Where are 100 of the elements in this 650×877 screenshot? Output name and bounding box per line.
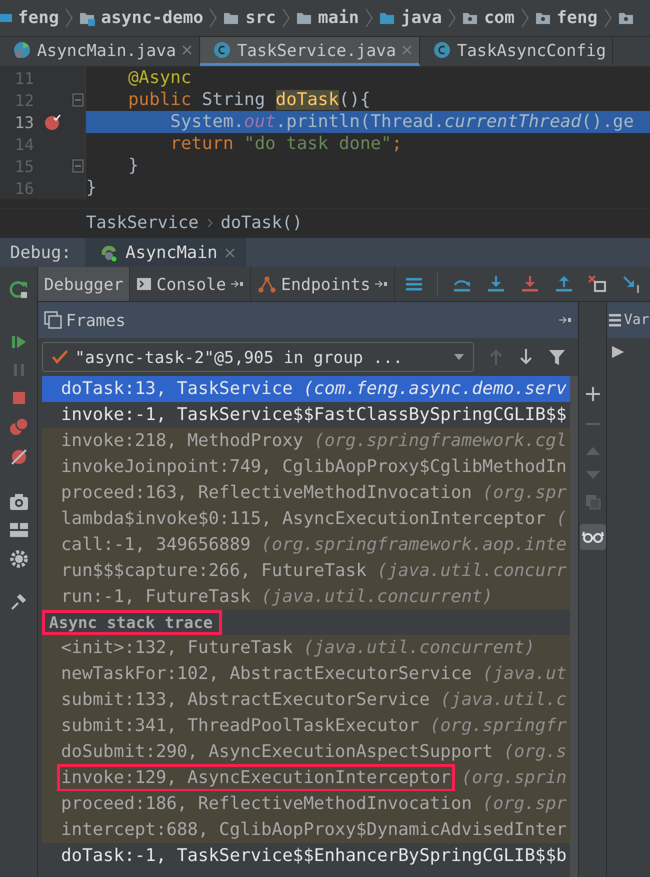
- breadcrumb-item[interactable]: java: [400, 8, 442, 28]
- stack-frame-row[interactable]: run:-1, FutureTask (java.util.concurrent): [42, 584, 570, 610]
- frame-name: doSubmit:290, AsyncExecutionAspectSupport: [61, 742, 493, 762]
- rerun-icon[interactable]: [8, 279, 28, 299]
- async-stack-trace-label: Async stack trace: [42, 610, 222, 635]
- step-out-icon[interactable]: [554, 275, 574, 293]
- chevron-icon: [209, 8, 218, 28]
- fold-icon[interactable]: [72, 159, 84, 173]
- breadcrumb-item[interactable]: async-demo: [100, 8, 204, 28]
- list-icon: [609, 313, 621, 327]
- frame-package: (org.springfr: [430, 716, 567, 736]
- frame-package: (java.ut: [482, 664, 567, 684]
- frame-name: run$$$capture:266, FutureTask: [61, 561, 367, 581]
- caret-icon: [453, 353, 465, 361]
- stack-frame-row[interactable]: proceed:163, ReflectiveMethodInvocation (org.spr: [42, 480, 570, 506]
- camera-icon[interactable]: [8, 493, 28, 511]
- stack-frame-row[interactable]: invoke:129, AsyncExecutionInterceptor (org.sprin: [42, 765, 570, 791]
- frame-package: (org.sprin: [461, 768, 567, 788]
- editor-tab[interactable]: TaskAsyncConfig: [420, 37, 614, 66]
- stack-frame-row[interactable]: invokeJoinpoint:749, CglibAopProxy$CglibMethodIn: [42, 454, 570, 480]
- breadcrumb-item[interactable]: doTask(): [220, 213, 302, 233]
- check-icon: [51, 349, 69, 365]
- resume-icon[interactable]: [10, 333, 28, 351]
- panel-title: Var: [624, 312, 650, 328]
- stack-frame-row[interactable]: newTaskFor:102, AbstractExecutorService (java.ut: [42, 661, 570, 687]
- panel-title: Frames: [66, 310, 127, 330]
- stack-frame-row[interactable]: intercept:688, CglibAopProxy$DynamicAdvisedInter: [42, 817, 570, 843]
- code-line: return "do task done";: [169, 133, 404, 155]
- breadcrumb-item[interactable]: feng: [18, 8, 59, 28]
- frame-name: submit:341, ThreadPoolTaskExecutor: [61, 716, 420, 736]
- frame-name: invoke:218, MethodProxy: [61, 431, 304, 451]
- frame-name: newTaskFor:102, AbstractExecutorService: [61, 664, 472, 684]
- breadcrumb-item[interactable]: main: [318, 8, 359, 28]
- filter-icon[interactable]: [548, 348, 566, 366]
- down-arrow-icon[interactable]: [518, 348, 534, 366]
- frame-package: (org.s: [503, 742, 567, 762]
- spring-boot-icon: [99, 242, 120, 262]
- breadcrumb-item[interactable]: TaskService: [86, 213, 199, 233]
- force-step-into-icon[interactable]: [520, 275, 540, 293]
- breakpoints-icon[interactable]: [8, 417, 28, 437]
- play-icon[interactable]: [611, 344, 625, 360]
- frame-package: (java.util.concurrent): [261, 587, 493, 607]
- chevron-icon: [364, 8, 373, 28]
- frame-package: (java.util.concurrent): [303, 638, 536, 658]
- thread-dropdown[interactable]: "async-task-2"@5,905 in group ...: [42, 342, 474, 372]
- breadcrumb-item[interactable]: src: [245, 8, 276, 28]
- frame-package: (java.util.concurr: [377, 561, 567, 581]
- debugger-tab[interactable]: Debugger: [38, 267, 130, 301]
- chevron-icon: [282, 8, 290, 28]
- line-number: 13: [14, 112, 34, 132]
- stack-frame-row[interactable]: invoke:218, MethodProxy (org.springframework.cgl: [42, 428, 570, 454]
- step-into-icon[interactable]: [486, 275, 506, 293]
- layout-icon[interactable]: [8, 521, 28, 539]
- code-line: }: [127, 155, 140, 177]
- stack-frame-row[interactable]: doSubmit:290, AsyncExecutionAspectSupport (org.s: [42, 739, 570, 765]
- chevron-icon: [448, 8, 456, 28]
- drop-frame-icon[interactable]: [588, 275, 608, 293]
- frame-name: doTask:13, TaskService: [61, 379, 293, 399]
- stack-frame-row[interactable]: lambda$invoke$0:115, AsyncExecutionInterceptor (: [42, 506, 570, 532]
- chevron-icon: [604, 8, 612, 28]
- editor-tab[interactable]: AsyncMain.java: [0, 37, 200, 66]
- code-line: @Async: [127, 67, 192, 89]
- frame-name: run:-1, FutureTask: [61, 587, 251, 607]
- close-icon[interactable]: [224, 246, 236, 258]
- frame-name: invoke:-1, TaskService$$FastClassBySpringCGLIB$$: [61, 405, 567, 425]
- frame-package: (org.spr: [482, 483, 567, 503]
- frames-icon: [44, 311, 62, 329]
- editor-tab[interactable]: TaskService.java: [200, 37, 420, 66]
- stack-frame-row[interactable]: doTask:13, TaskService (com.feng.async.demo.serv: [42, 376, 570, 402]
- close-icon[interactable]: [181, 44, 194, 56]
- frame-package: (org.springframework.aop.inte: [261, 535, 567, 555]
- fold-icon[interactable]: [72, 93, 84, 107]
- chevron-icon: [64, 8, 73, 28]
- stack-frame-row[interactable]: proceed:186, ReflectiveMethodInvocation (org.spr: [42, 791, 570, 817]
- breadcrumb-item[interactable]: com: [484, 8, 515, 28]
- settings-icon[interactable]: [8, 549, 28, 569]
- session-tab[interactable]: AsyncMain: [85, 238, 246, 268]
- frame-package: (: [556, 509, 567, 529]
- frame-name: lambda$invoke$0:115, AsyncExecutionInterceptor: [61, 509, 546, 529]
- stack-frame-row[interactable]: submit:133, AbstractExecutorService (java.util.c: [42, 687, 570, 713]
- stack-frame-row[interactable]: <init>:132, FutureTask (java.util.concurrent): [42, 635, 570, 661]
- stack-frame-row[interactable]: run$$$capture:266, FutureTask (java.util.concurr: [42, 558, 570, 584]
- frame-name: intercept:688, CglibAopProxy$DynamicAdvisedInter: [61, 820, 567, 840]
- stack-frame-row[interactable]: call:-1, 349656889 (org.springframework.aop.inte: [42, 532, 570, 558]
- frame-name: proceed:186, ReflectiveMethodInvocation: [61, 794, 472, 814]
- stack-frame-row[interactable]: submit:341, ThreadPoolTaskExecutor (org.springfr: [42, 713, 570, 739]
- frame-name: proceed:163, ReflectiveMethodInvocation: [61, 483, 472, 503]
- add-icon[interactable]: [584, 386, 600, 402]
- chevron-icon: [520, 8, 529, 28]
- frame-name: call:-1, 349656889: [61, 535, 251, 555]
- frame-package: (com.feng.async.demo.serv: [303, 379, 567, 399]
- frame-name: doTask:-1, TaskService$$EnhancerBySpringCGLIB$$b: [61, 846, 567, 866]
- debug-label: Debug:: [9, 242, 72, 262]
- breadcrumb-item[interactable]: feng: [556, 8, 598, 28]
- frame-name: invokeJoinpoint:749, CglibAopProxy$CglibMethodIn: [61, 457, 567, 477]
- mute-breakpoints-icon[interactable]: [8, 447, 28, 467]
- threads-icon[interactable]: [405, 275, 424, 293]
- chevron-icon: [206, 217, 213, 229]
- package-icon: [618, 10, 634, 26]
- glasses-icon[interactable]: [580, 524, 606, 550]
